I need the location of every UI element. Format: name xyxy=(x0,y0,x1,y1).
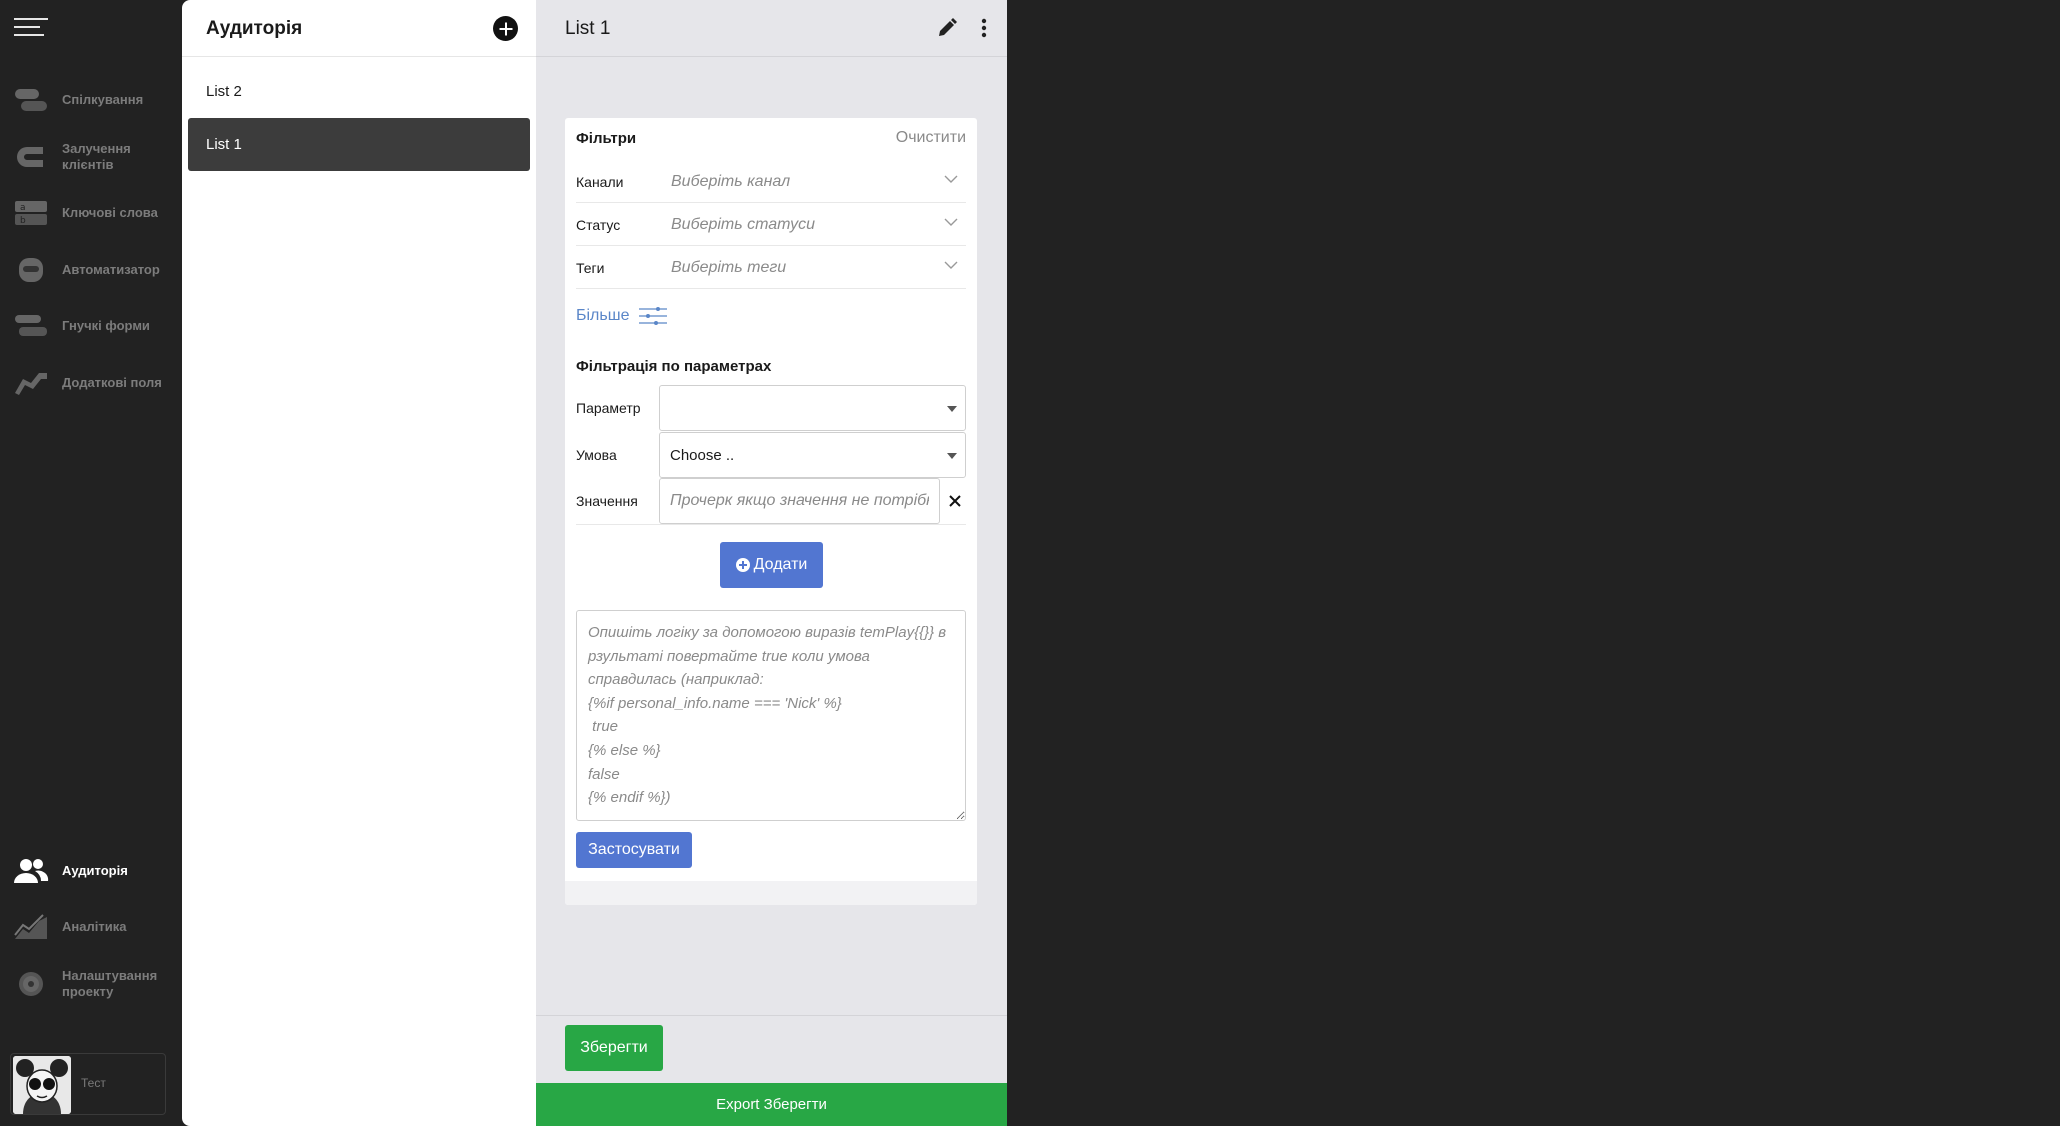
list-item[interactable]: List 2 xyxy=(188,65,530,118)
more-filters-button[interactable]: Більше xyxy=(576,305,668,327)
svg-text:b: b xyxy=(20,216,26,226)
add-list-button[interactable] xyxy=(493,16,518,41)
more-vertical-icon[interactable] xyxy=(976,17,992,39)
param-label: Умова xyxy=(576,447,617,463)
svg-text:a: a xyxy=(20,203,26,213)
sliders-icon xyxy=(639,307,668,325)
export-save-button[interactable]: Export Зберегти xyxy=(536,1083,1007,1126)
filter-row-status: Статус Виберіть статуси xyxy=(576,203,966,246)
condition-select[interactable]: Choose .. xyxy=(659,432,966,478)
nav-item-automator[interactable]: Автоматизатор xyxy=(0,244,182,296)
chevron-down-icon xyxy=(944,175,958,183)
apply-button[interactable]: Застосувати xyxy=(576,832,692,868)
audience-header: Аудиторія xyxy=(182,0,536,57)
pencil-icon[interactable] xyxy=(936,17,958,39)
save-button[interactable]: Зберегти xyxy=(565,1025,663,1071)
nav-item-label: Спілкування xyxy=(62,92,144,107)
list-item-label: List 2 xyxy=(206,83,242,100)
select-placeholder: Виберіть теги xyxy=(671,259,787,276)
nav-item-audience[interactable]: Аудиторія xyxy=(0,845,182,897)
fields-icon xyxy=(15,373,47,395)
nav-item-analytics[interactable]: Аналітика xyxy=(0,901,182,953)
forms-icon xyxy=(15,315,47,336)
filter-label: Теги xyxy=(576,260,605,276)
param-label: Значення xyxy=(576,493,638,509)
select-placeholder: Виберіть канал xyxy=(671,173,791,190)
nav-item-project-settings[interactable]: Налаштування проекту xyxy=(0,958,182,1010)
nav-item-additional-fields[interactable]: Додаткові поля xyxy=(0,357,182,409)
caret-down-icon xyxy=(947,406,957,412)
detail-header: List 1 xyxy=(536,0,1007,57)
add-param-label: Додати xyxy=(753,556,808,573)
filter-row-tags: Теги Виберіть теги xyxy=(576,246,966,289)
nav-item-flexible-forms[interactable]: Гнучкі форми xyxy=(0,300,182,352)
apply-label: Застосувати xyxy=(588,841,680,858)
hamburger-menu-icon[interactable] xyxy=(14,18,48,40)
select-placeholder: Виберіть статуси xyxy=(671,216,816,233)
list-item-label: List 1 xyxy=(206,136,242,153)
avatar-illustration-icon xyxy=(13,1056,71,1114)
list-detail-panel: List 1 Фільтри Очистити Канали Виберіть … xyxy=(536,0,1007,1126)
filter-row-channels: Канали Виберіть канал xyxy=(576,160,966,203)
analytics-icon xyxy=(14,914,47,939)
users-icon xyxy=(14,859,49,883)
nav-item-label: Гнучкі форми xyxy=(62,318,150,333)
card-footer xyxy=(565,881,977,905)
magnet-icon xyxy=(17,147,43,167)
param-row-value: Значення xyxy=(576,478,966,525)
condition-value: Choose .. xyxy=(670,447,735,464)
close-icon[interactable] xyxy=(945,491,965,511)
nav-item-label: Автоматизатор xyxy=(62,262,160,277)
list-item-selected[interactable]: List 1 xyxy=(188,118,530,171)
nav-item-label: Додаткові поля xyxy=(62,375,162,390)
keywords-icon: ab xyxy=(15,201,47,226)
nav-item-keywords[interactable]: ab Ключові слова xyxy=(0,187,182,239)
logic-expression-textarea[interactable] xyxy=(576,610,966,821)
user-profile-card[interactable]: Тест xyxy=(10,1053,166,1115)
tags-select[interactable]: Виберіть теги xyxy=(671,246,966,288)
parameter-select[interactable] xyxy=(659,385,966,431)
robot-icon xyxy=(19,258,43,282)
params-title: Фільтрація по параметрах xyxy=(576,358,772,375)
chat-bubbles-icon xyxy=(15,89,47,111)
divider xyxy=(536,1015,1007,1016)
export-label: Export Зберегти xyxy=(716,1096,827,1113)
clear-filters-button[interactable]: Очистити xyxy=(896,129,966,147)
add-param-button[interactable]: Додати xyxy=(720,542,823,588)
status-select[interactable]: Виберіть статуси xyxy=(671,203,966,245)
filter-label: Статус xyxy=(576,217,621,233)
nav-item-label: Ключові слова xyxy=(62,205,158,220)
filters-card: Фільтри Очистити Канали Виберіть канал С… xyxy=(565,118,977,905)
user-name: Тест xyxy=(81,1076,106,1090)
caret-down-icon xyxy=(947,453,957,459)
nav-item-client-acquisition[interactable]: Залучення клієнтів xyxy=(0,131,182,183)
nav-item-label: Налаштування проекту xyxy=(62,968,158,999)
audience-title: Аудиторія xyxy=(206,18,303,39)
param-label: Параметр xyxy=(576,400,641,416)
avatar xyxy=(13,1056,71,1114)
gear-icon xyxy=(19,972,43,996)
param-row-parameter: Параметр xyxy=(576,385,966,431)
filters-title: Фільтри xyxy=(576,130,637,147)
chevron-down-icon xyxy=(944,261,958,269)
param-row-condition: Умова Choose .. xyxy=(576,432,966,478)
more-filters-label: Більше xyxy=(576,307,630,324)
nav-item-communication[interactable]: Спілкування xyxy=(0,74,182,126)
main-nav: Спілкування Залучення клієнтів ab Ключов… xyxy=(0,0,182,1126)
nav-item-label: Аудиторія xyxy=(62,863,128,878)
detail-title: List 1 xyxy=(565,18,611,39)
plus-circle-icon xyxy=(735,558,750,572)
channels-select[interactable]: Виберіть канал xyxy=(671,160,966,202)
filter-label: Канали xyxy=(576,174,624,190)
save-label: Зберегти xyxy=(580,1039,648,1056)
nav-item-label: Аналітика xyxy=(62,919,127,934)
nav-item-label: Залучення клієнтів xyxy=(62,141,131,172)
value-input[interactable] xyxy=(659,478,940,524)
chevron-down-icon xyxy=(944,218,958,226)
audience-list-panel: Аудиторія List 2 List 1 xyxy=(182,0,536,1126)
